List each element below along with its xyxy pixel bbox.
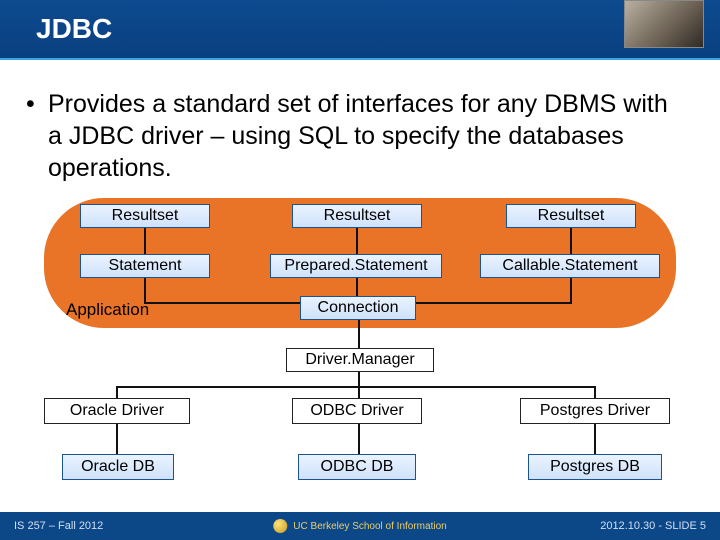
box-postgres-driver: Postgres Driver bbox=[520, 398, 670, 424]
connector bbox=[416, 302, 572, 304]
box-odbc-driver: ODBC Driver bbox=[292, 398, 422, 424]
connector bbox=[594, 386, 596, 398]
connector bbox=[570, 228, 572, 254]
bullet-block: Provides a standard set of interfaces fo… bbox=[0, 60, 720, 192]
jdbc-diagram: Resultset Resultset Resultset Statement … bbox=[40, 198, 680, 498]
connector bbox=[144, 302, 300, 304]
connector bbox=[356, 278, 358, 296]
box-resultset-3: Resultset bbox=[506, 204, 636, 228]
connector bbox=[356, 228, 358, 254]
connector bbox=[144, 228, 146, 254]
footer-bar: IS 257 – Fall 2012 UC Berkeley School of… bbox=[0, 512, 720, 540]
connector bbox=[358, 372, 360, 386]
box-prepared-statement: Prepared.Statement bbox=[270, 254, 442, 278]
ischool-logo-icon bbox=[273, 519, 287, 533]
footer-left: IS 257 – Fall 2012 bbox=[14, 520, 103, 532]
box-oracle-db: Oracle DB bbox=[62, 454, 174, 480]
box-driver-manager: Driver.Manager bbox=[286, 348, 434, 372]
corner-photo bbox=[624, 0, 704, 48]
slide: JDBC Provides a standard set of interfac… bbox=[0, 0, 720, 540]
footer-affiliation: UC Berkeley School of Information bbox=[273, 519, 446, 533]
connector bbox=[570, 278, 572, 302]
footer-right: 2012.10.30 - SLIDE 5 bbox=[600, 520, 706, 532]
connector bbox=[358, 424, 360, 454]
box-oracle-driver: Oracle Driver bbox=[44, 398, 190, 424]
box-resultset-1: Resultset bbox=[80, 204, 210, 228]
connector bbox=[594, 424, 596, 454]
box-postgres-db: Postgres DB bbox=[528, 454, 662, 480]
application-label: Application bbox=[66, 300, 149, 320]
connector bbox=[116, 424, 118, 454]
title-bar: JDBC bbox=[0, 0, 720, 58]
box-odbc-db: ODBC DB bbox=[298, 454, 416, 480]
connector bbox=[358, 386, 360, 398]
bullet-text: Provides a standard set of interfaces fo… bbox=[48, 88, 680, 184]
footer-affiliation-text: UC Berkeley School of Information bbox=[293, 521, 446, 532]
connector bbox=[144, 278, 146, 302]
connector bbox=[116, 386, 596, 388]
slide-title: JDBC bbox=[36, 13, 112, 45]
box-callable-statement: Callable.Statement bbox=[480, 254, 660, 278]
connector bbox=[358, 320, 360, 348]
connector bbox=[116, 386, 118, 398]
box-connection: Connection bbox=[300, 296, 416, 320]
box-statement: Statement bbox=[80, 254, 210, 278]
box-resultset-2: Resultset bbox=[292, 204, 422, 228]
